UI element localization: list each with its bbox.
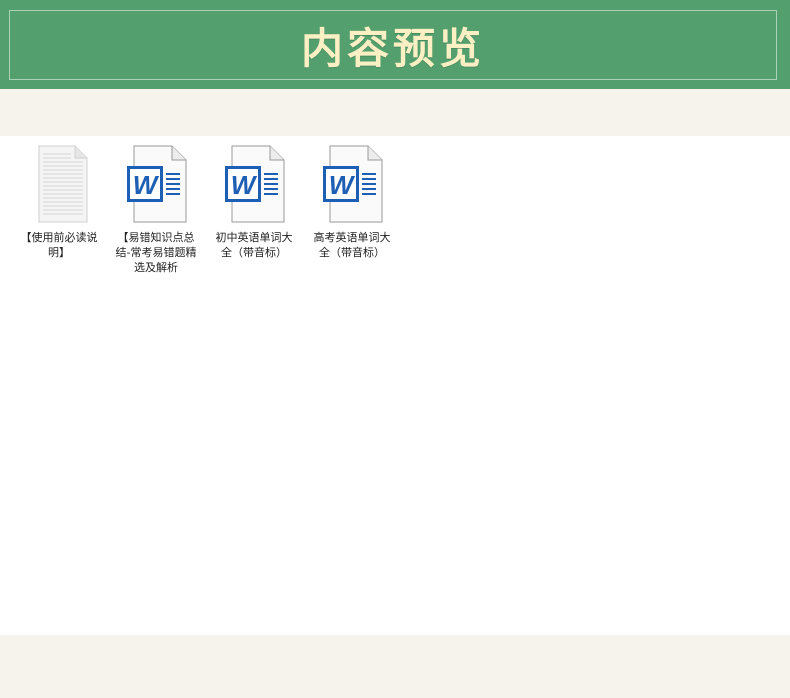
file-label: 【使用前必读说明】 — [20, 231, 98, 259]
svg-text:W: W — [231, 170, 258, 200]
word-document-icon: W — [127, 145, 187, 223]
text-document-icon — [38, 145, 88, 223]
top-band — [0, 89, 790, 136]
file-item-error-summary[interactable]: W 【易错知识点总结-常考易错题精选及解析 — [114, 144, 198, 275]
file-label: 【易错知识点总结-常考易错题精选及解析 — [115, 231, 197, 274]
header-frame: 内容预览 — [9, 10, 777, 80]
file-label: 初中英语单词大全（带音标） — [215, 231, 293, 259]
bottom-band — [0, 635, 790, 698]
file-preview-area: 【使用前必读说明】 W 【易错知识点总结-常考易错题精选及解析 W 初中英语单词… — [0, 136, 790, 635]
file-item-gaokao-english-words[interactable]: W 高考英语单词大全（带音标） — [310, 144, 394, 260]
svg-text:W: W — [133, 170, 160, 200]
file-item-junior-english-words[interactable]: W 初中英语单词大全（带音标） — [212, 144, 296, 260]
page-title: 内容预览 — [300, 23, 485, 73]
word-document-icon: W — [323, 145, 383, 223]
svg-text:W: W — [329, 170, 356, 200]
preview-header: 内容预览 — [0, 0, 790, 89]
file-label: 高考英语单词大全（带音标） — [313, 231, 391, 259]
word-document-icon: W — [225, 145, 285, 223]
file-item-usage-notes[interactable]: 【使用前必读说明】 — [17, 144, 101, 260]
